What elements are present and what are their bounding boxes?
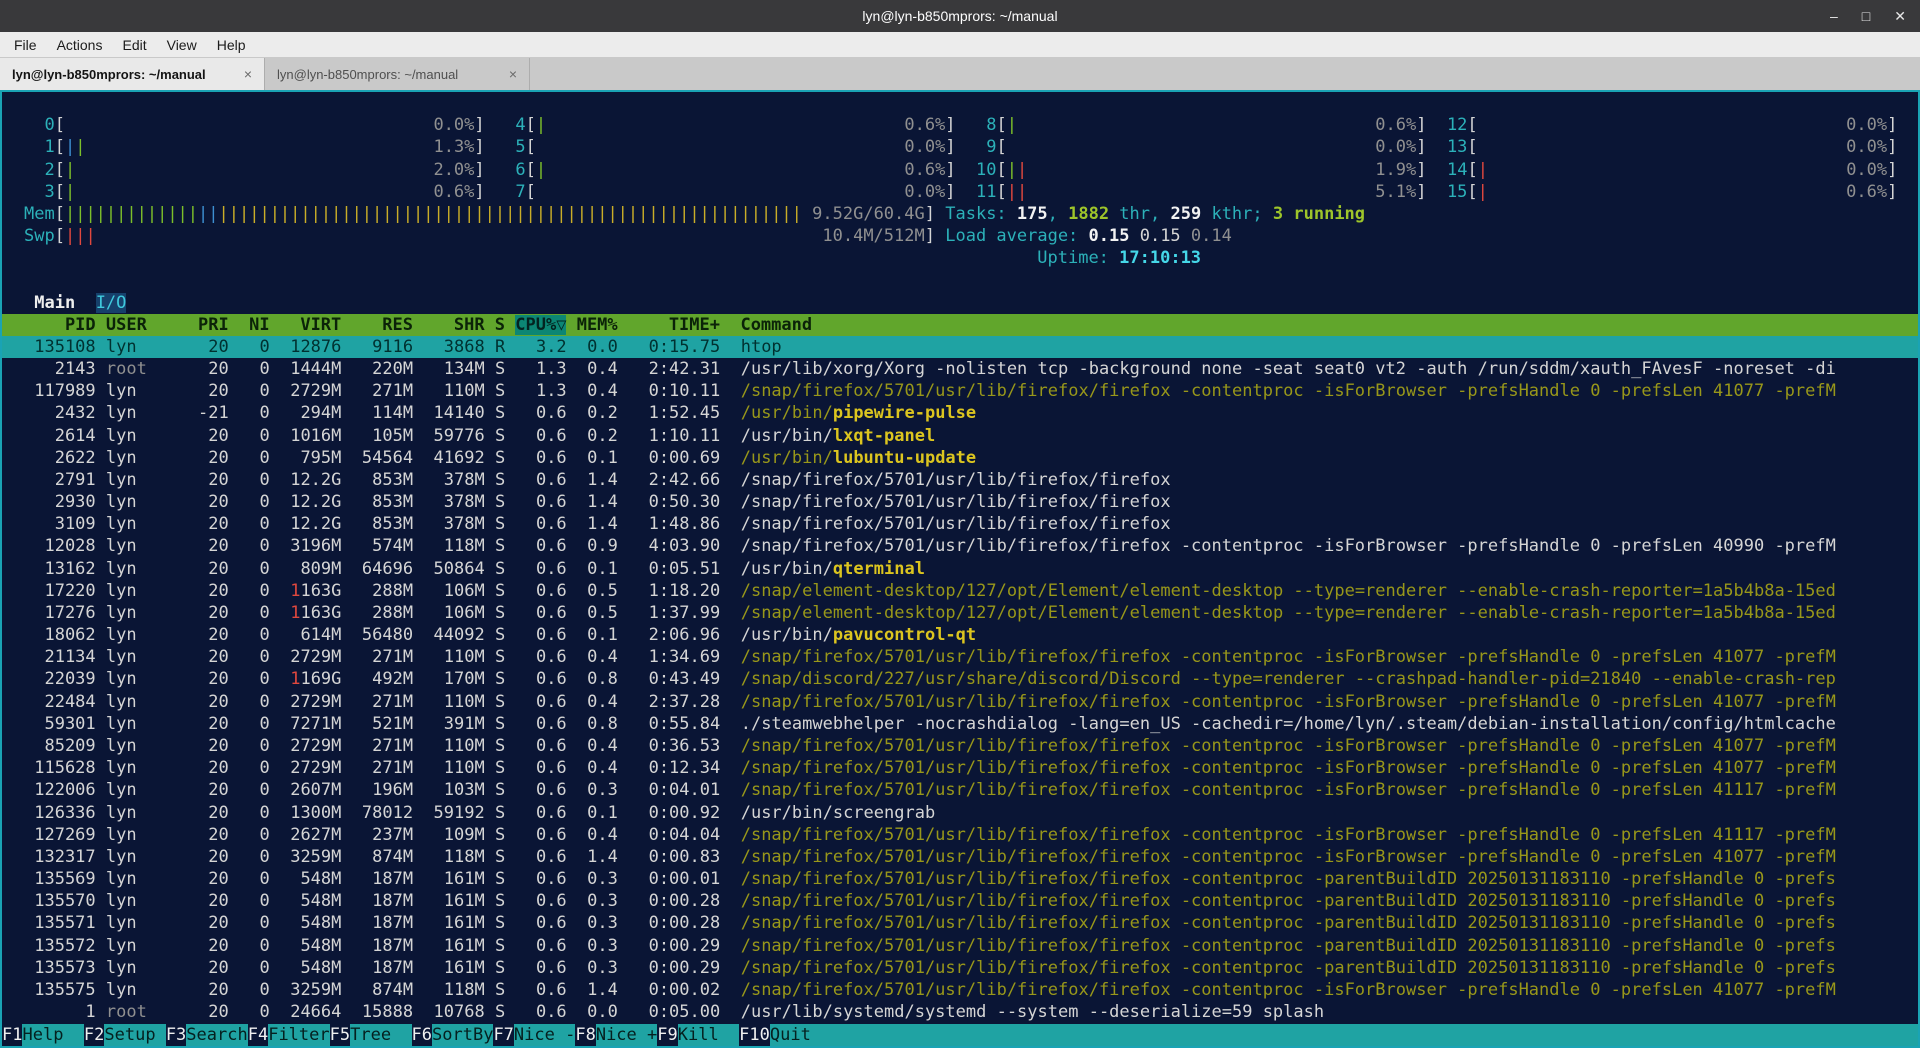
process-row[interactable]: 1 root 20 0 24664 15888 10768 S 0.6 0.0 … [2,1001,1918,1023]
fkey-F6[interactable]: F6 [412,1024,432,1046]
function-key-bar: F1Help F2Setup F3SearchF4FilterF5Tree F6… [2,1024,1918,1046]
fkey-F1[interactable]: F1 [2,1024,22,1046]
fkey-label-F5[interactable]: Tree [350,1024,411,1046]
process-row[interactable]: 135573 lyn 20 0 548M 187M 161M S 0.6 0.3… [2,957,1918,979]
htop-output: 0[ 0.0%] 4[| 0.6%] 8[| 0.6%] 12[ 0.0%] 1… [2,92,1918,1024]
process-row[interactable]: 2432 lyn -21 0 294M 114M 14140 S 0.6 0.2… [2,402,1918,424]
menu-item-edit[interactable]: Edit [112,35,156,55]
process-row[interactable]: 135570 lyn 20 0 548M 187M 161M S 0.6 0.3… [2,890,1918,912]
fkey-label-F7[interactable]: Nice - [514,1024,575,1046]
htop-terminal[interactable]: 0[ 0.0%] 4[| 0.6%] 8[| 0.6%] 12[ 0.0%] 1… [0,90,1920,1048]
fkey-label-F9[interactable]: Kill [678,1024,739,1046]
fkey-label-F1[interactable]: Help [22,1024,83,1046]
process-row[interactable]: 115628 lyn 20 0 2729M 271M 110M S 0.6 0.… [2,757,1918,779]
process-row[interactable]: 135575 lyn 20 0 3259M 874M 118M S 0.6 1.… [2,979,1918,1001]
screen-tabs[interactable]: Main I/O [2,292,1918,314]
fkey-F5[interactable]: F5 [330,1024,350,1046]
process-row[interactable]: 59301 lyn 20 0 7271M 521M 391M S 0.6 0.8… [2,713,1918,735]
menu-bar: File Actions Edit View Help [0,32,1920,58]
menu-item-view[interactable]: View [157,35,207,55]
process-row[interactable]: 21134 lyn 20 0 2729M 271M 110M S 0.6 0.4… [2,646,1918,668]
process-row[interactable]: 2622 lyn 20 0 795M 54564 41692 S 0.6 0.1… [2,447,1918,469]
screen-tab-main[interactable]: Main [34,293,75,313]
qterminal-window: lyn@lyn-b850mprors: ~/manual – □ ✕ File … [0,0,1920,1048]
tab-label: lyn@lyn-b850mprors: ~/manual [277,67,501,82]
process-row[interactable]: 17220 lyn 20 0 1163G 288M 106M S 0.6 0.5… [2,580,1918,602]
process-row[interactable]: 135108 lyn 20 0 12876 9116 3868 R 3.2 0.… [2,336,1918,358]
process-row[interactable]: 22039 lyn 20 0 1169G 492M 170M S 0.6 0.8… [2,668,1918,690]
window-title: lyn@lyn-b850mprors: ~/manual [862,8,1057,24]
process-row[interactable]: 2143 root 20 0 1444M 220M 134M S 1.3 0.4… [2,358,1918,380]
process-row[interactable]: 135572 lyn 20 0 548M 187M 161M S 0.6 0.3… [2,935,1918,957]
fkey-F3[interactable]: F3 [166,1024,186,1046]
fkey-label-F4[interactable]: Filter [268,1024,329,1046]
process-row[interactable]: 22484 lyn 20 0 2729M 271M 110M S 0.6 0.4… [2,691,1918,713]
minimize-button[interactable]: – [1830,8,1838,24]
fkey-F8[interactable]: F8 [575,1024,595,1046]
cpu-meter-row: 2[| 2.0%] 6[| 0.6%] 10[|| 1.9%] 14[| 0.0… [2,159,1918,181]
tab-terminal-1[interactable]: lyn@lyn-b850mprors: ~/manual × [0,58,265,90]
process-row[interactable]: 2930 lyn 20 0 12.2G 853M 378M S 0.6 1.4 … [2,491,1918,513]
fkey-label-F6[interactable]: SortBy [432,1024,493,1046]
fkey-F2[interactable]: F2 [84,1024,104,1046]
fkey-F10[interactable]: F10 [739,1024,770,1046]
process-row[interactable]: 12028 lyn 20 0 3196M 574M 118M S 0.6 0.9… [2,535,1918,557]
fkey-F9[interactable]: F9 [657,1024,677,1046]
menu-item-file[interactable]: File [4,35,47,55]
window-controls: – □ ✕ [1830,0,1906,32]
menu-item-actions[interactable]: Actions [47,35,113,55]
process-row[interactable]: 126336 lyn 20 0 1300M 78012 59192 S 0.6 … [2,802,1918,824]
tab-terminal-2[interactable]: lyn@lyn-b850mprors: ~/manual × [265,58,530,90]
fkey-F4[interactable]: F4 [248,1024,268,1046]
process-row[interactable]: 117989 lyn 20 0 2729M 271M 110M S 1.3 0.… [2,380,1918,402]
tab-label: lyn@lyn-b850mprors: ~/manual [12,67,236,82]
cpu-meter-row: 0[ 0.0%] 4[| 0.6%] 8[| 0.6%] 12[ 0.0%] [2,114,1918,136]
tab-close-icon[interactable]: × [244,66,252,82]
swap-meter-and-load-average: Swp[||| 10.4M/512M] Load average: 0.15 0… [2,225,1918,247]
close-button[interactable]: ✕ [1894,8,1906,25]
cpu-meter-row: 1[|| 1.3%] 5[ 0.0%] 9[ 0.0%] 13[ 0.0%] [2,136,1918,158]
process-row[interactable]: 122006 lyn 20 0 2607M 196M 103M S 0.6 0.… [2,779,1918,801]
fkey-F7[interactable]: F7 [493,1024,513,1046]
cpu-meter-row: 3[| 0.6%] 7[ 0.0%] 11[|| 5.1%] 15[| 0.6%… [2,181,1918,203]
process-row[interactable]: 18062 lyn 20 0 614M 56480 44092 S 0.6 0.… [2,624,1918,646]
memory-meter-and-tasks: Mem[||||||||||||||||||||||||||||||||||||… [2,203,1918,225]
blank-line [2,269,1918,291]
fkey-label-F10[interactable]: Quit [770,1024,1918,1046]
tab-bar: lyn@lyn-b850mprors: ~/manual × lyn@lyn-b… [0,58,1920,90]
process-row[interactable]: 132317 lyn 20 0 3259M 874M 118M S 0.6 1.… [2,846,1918,868]
process-row[interactable]: 85209 lyn 20 0 2729M 271M 110M S 0.6 0.4… [2,735,1918,757]
process-row[interactable]: 2614 lyn 20 0 1016M 105M 59776 S 0.6 0.2… [2,425,1918,447]
process-row[interactable]: 3109 lyn 20 0 12.2G 853M 378M S 0.6 1.4 … [2,513,1918,535]
uptime-line: Uptime: 17:10:13 [2,247,1918,269]
screen-tab-io[interactable]: I/O [96,293,127,313]
title-bar: lyn@lyn-b850mprors: ~/manual – □ ✕ [0,0,1920,32]
blank-line [2,92,1918,114]
fkey-label-F3[interactable]: Search [186,1024,247,1046]
fkey-label-F2[interactable]: Setup [104,1024,165,1046]
fkey-label-F8[interactable]: Nice + [596,1024,657,1046]
process-row[interactable]: 127269 lyn 20 0 2627M 237M 109M S 0.6 0.… [2,824,1918,846]
process-row[interactable]: 135571 lyn 20 0 548M 187M 161M S 0.6 0.3… [2,912,1918,934]
process-row[interactable]: 2791 lyn 20 0 12.2G 853M 378M S 0.6 1.4 … [2,469,1918,491]
process-table-header[interactable]: PID USER PRI NI VIRT RES SHR S CPU%▽ MEM… [2,314,1918,336]
process-row[interactable]: 135569 lyn 20 0 548M 187M 161M S 0.6 0.3… [2,868,1918,890]
menu-item-help[interactable]: Help [207,35,256,55]
maximize-button[interactable]: □ [1862,8,1870,24]
process-row[interactable]: 13162 lyn 20 0 809M 64696 50864 S 0.6 0.… [2,558,1918,580]
process-row[interactable]: 17276 lyn 20 0 1163G 288M 106M S 0.6 0.5… [2,602,1918,624]
tab-close-icon[interactable]: × [509,66,517,82]
